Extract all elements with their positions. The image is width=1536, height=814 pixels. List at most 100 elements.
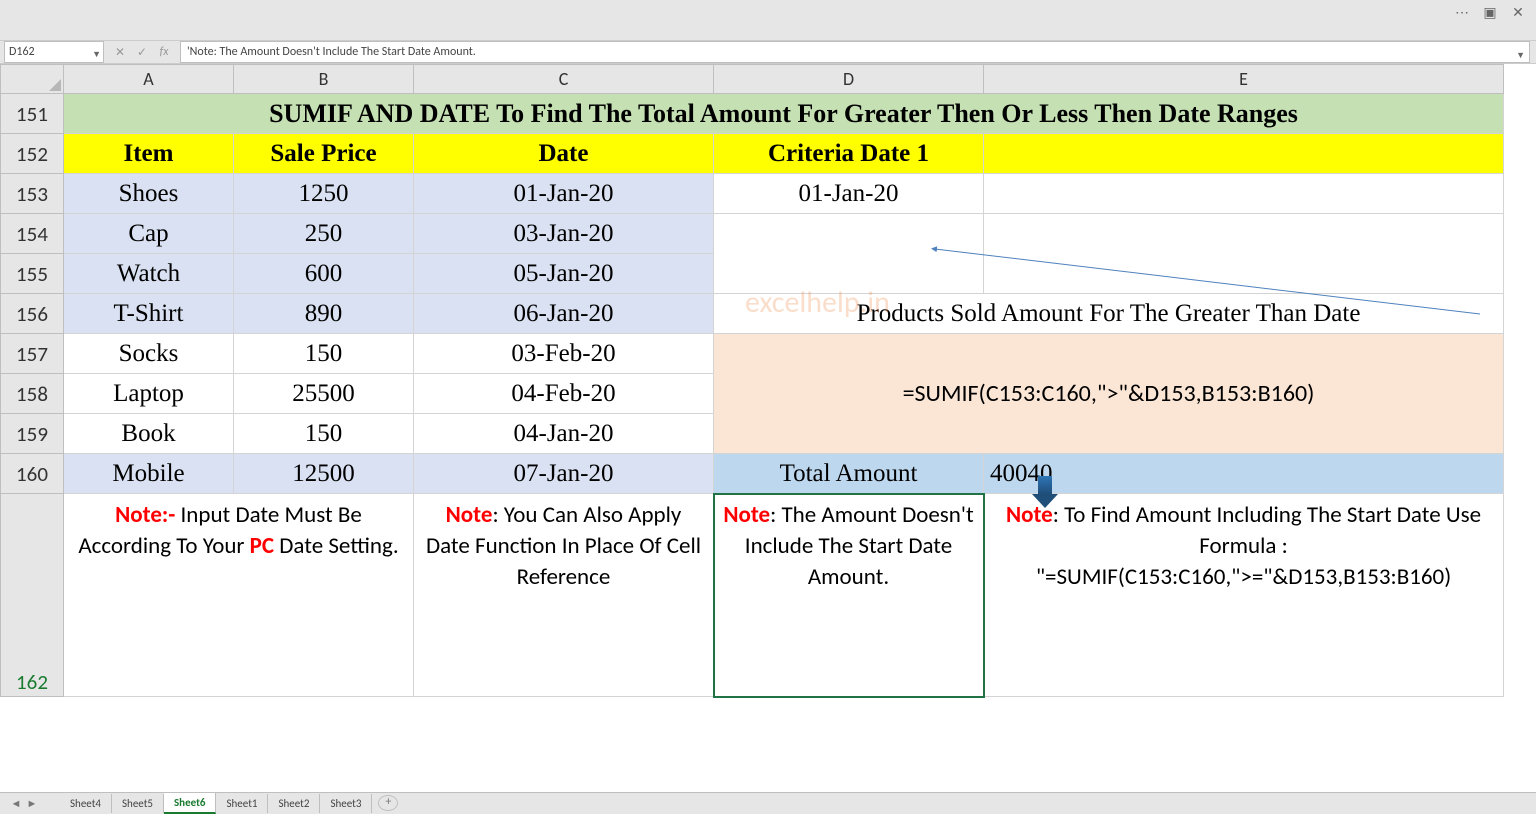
sheet-tab-active[interactable]: Sheet6 bbox=[164, 793, 217, 814]
row-header[interactable]: 153 bbox=[1, 174, 64, 214]
cell-date[interactable]: 07-Jan-20 bbox=[414, 454, 714, 494]
cancel-icon[interactable]: ✕ bbox=[110, 43, 130, 61]
total-amount-value[interactable]: 40040 bbox=[984, 454, 1504, 494]
sheet-tab[interactable]: Sheet5 bbox=[112, 794, 164, 813]
sheet-tab[interactable]: Sheet4 bbox=[60, 794, 112, 813]
cell-blank[interactable] bbox=[714, 214, 984, 254]
row-header[interactable]: 159 bbox=[1, 414, 64, 454]
col-header-B[interactable]: B bbox=[234, 65, 414, 94]
header-date[interactable]: Date bbox=[414, 134, 714, 174]
row-header[interactable]: 158 bbox=[1, 374, 64, 414]
spreadsheet-grid[interactable]: A B C D E 151 SUMIF AND DATE To Find The… bbox=[0, 64, 1504, 697]
row-header[interactable]: 160 bbox=[1, 454, 64, 494]
cell-blank[interactable] bbox=[714, 254, 984, 294]
cell-date[interactable]: 04-Feb-20 bbox=[414, 374, 714, 414]
confirm-icon[interactable]: ✓ bbox=[132, 43, 152, 61]
header-blank-E[interactable] bbox=[984, 134, 1504, 174]
sheet-tab[interactable]: Sheet1 bbox=[216, 794, 268, 813]
row-header[interactable]: 154 bbox=[1, 214, 64, 254]
row-header[interactable]: 162 bbox=[1, 494, 64, 697]
header-price[interactable]: Sale Price bbox=[234, 134, 414, 174]
table-row: 154 Cap 250 03-Jan-20 bbox=[1, 214, 1504, 254]
cell-blank[interactable] bbox=[984, 254, 1504, 294]
description-cell[interactable]: Products Sold Amount For The Greater Tha… bbox=[714, 294, 1504, 334]
cell-date[interactable]: 06-Jan-20 bbox=[414, 294, 714, 334]
cell-price[interactable]: 1250 bbox=[234, 174, 414, 214]
sheet-tab[interactable]: Sheet3 bbox=[320, 794, 372, 813]
table-row: 152 Item Sale Price Date Criteria Date 1 bbox=[1, 134, 1504, 174]
note-text: : The Amount Doesn't Include The Start D… bbox=[745, 501, 974, 591]
note-pc: PC bbox=[250, 532, 274, 560]
table-row: 151 SUMIF AND DATE To Find The Total Amo… bbox=[1, 94, 1504, 134]
row-header[interactable]: 156 bbox=[1, 294, 64, 334]
close-icon[interactable]: ✕ bbox=[1508, 4, 1528, 20]
cell-price[interactable]: 600 bbox=[234, 254, 414, 294]
col-header-C[interactable]: C bbox=[414, 65, 714, 94]
table-row: 157 Socks 150 03-Feb-20 =SUMIF(C153:C160… bbox=[1, 334, 1504, 374]
tab-prev-icon[interactable]: ◄ bbox=[8, 797, 24, 810]
add-sheet-button[interactable]: + bbox=[378, 795, 398, 811]
cell-item[interactable]: Cap bbox=[64, 214, 234, 254]
cell-price[interactable]: 25500 bbox=[234, 374, 414, 414]
chevron-down-icon[interactable]: ▼ bbox=[92, 45, 101, 65]
note-prefix: Note bbox=[723, 501, 770, 529]
cell-date[interactable]: 01-Jan-20 bbox=[414, 174, 714, 214]
cell-item[interactable]: Book bbox=[64, 414, 234, 454]
cell-item[interactable]: Shoes bbox=[64, 174, 234, 214]
name-box[interactable]: D162 ▼ bbox=[4, 41, 104, 63]
col-header-A[interactable]: A bbox=[64, 65, 234, 94]
sheet-tab[interactable]: Sheet2 bbox=[268, 794, 320, 813]
cell-date[interactable]: 05-Jan-20 bbox=[414, 254, 714, 294]
cell-price[interactable]: 150 bbox=[234, 334, 414, 374]
note-cell-e[interactable]: Note: To Find Amount Including The Start… bbox=[984, 494, 1504, 697]
row-header[interactable]: 152 bbox=[1, 134, 64, 174]
row-header[interactable]: 155 bbox=[1, 254, 64, 294]
select-all-corner[interactable] bbox=[1, 65, 64, 94]
cell-price[interactable]: 12500 bbox=[234, 454, 414, 494]
title-cell[interactable]: SUMIF AND DATE To Find The Total Amount … bbox=[64, 94, 1504, 134]
header-criteria[interactable]: Criteria Date 1 bbox=[714, 134, 984, 174]
row-header[interactable]: 157 bbox=[1, 334, 64, 374]
note-cell-d[interactable]: Note: The Amount Doesn't Include The Sta… bbox=[714, 494, 984, 697]
tab-nav: ◄ ► bbox=[8, 797, 40, 810]
cell-date[interactable]: 03-Jan-20 bbox=[414, 214, 714, 254]
column-header-row: A B C D E bbox=[1, 65, 1504, 94]
cell-price[interactable]: 250 bbox=[234, 214, 414, 254]
table-row: 156 T-Shirt 890 06-Jan-20 Products Sold … bbox=[1, 294, 1504, 334]
table-row: 155 Watch 600 05-Jan-20 bbox=[1, 254, 1504, 294]
note-cell-a[interactable]: Note:- Input Date Must Be According To Y… bbox=[64, 494, 414, 697]
formula-display-cell[interactable]: =SUMIF(C153:C160,">"&D153,B153:B160) bbox=[714, 334, 1504, 454]
header-item[interactable]: Item bbox=[64, 134, 234, 174]
table-row: 153 Shoes 1250 01-Jan-20 01-Jan-20 bbox=[1, 174, 1504, 214]
tab-next-icon[interactable]: ► bbox=[24, 797, 40, 810]
expand-formula-icon[interactable]: ▼ bbox=[1516, 46, 1525, 66]
table-row: 162 Note:- Input Date Must Be According … bbox=[1, 494, 1504, 697]
cell-price[interactable]: 890 bbox=[234, 294, 414, 334]
cell-blank[interactable] bbox=[984, 214, 1504, 254]
formula-text: 'Note: The Amount Doesn't Include The St… bbox=[187, 45, 476, 59]
formula-input[interactable]: 'Note: The Amount Doesn't Include The St… bbox=[180, 41, 1530, 63]
cell-date[interactable]: 04-Jan-20 bbox=[414, 414, 714, 454]
row-header[interactable]: 151 bbox=[1, 94, 64, 134]
cell-item[interactable]: Laptop bbox=[64, 374, 234, 414]
cell-item[interactable]: Mobile bbox=[64, 454, 234, 494]
formula-bar-row: D162 ▼ ✕ ✓ fx 'Note: The Amount Doesn't … bbox=[0, 40, 1536, 64]
fx-icon[interactable]: fx bbox=[154, 43, 174, 61]
criteria-date-value[interactable]: 01-Jan-20 bbox=[714, 174, 984, 214]
cell-item[interactable]: Socks bbox=[64, 334, 234, 374]
note-prefix: Note:- bbox=[115, 501, 175, 529]
col-header-E[interactable]: E bbox=[984, 65, 1504, 94]
ribbon-toggle-icon[interactable]: ▣ bbox=[1480, 4, 1500, 20]
cell-item[interactable]: Watch bbox=[64, 254, 234, 294]
cell-blank[interactable] bbox=[984, 174, 1504, 214]
note-cell-c[interactable]: Note: You Can Also Apply Date Function I… bbox=[414, 494, 714, 697]
more-icon[interactable]: ⋯ bbox=[1452, 4, 1472, 20]
worksheet[interactable]: A B C D E 151 SUMIF AND DATE To Find The… bbox=[0, 64, 1536, 793]
note-text: : To Find Amount Including The Start Dat… bbox=[1036, 501, 1481, 591]
col-header-D[interactable]: D bbox=[714, 65, 984, 94]
cell-item[interactable]: T-Shirt bbox=[64, 294, 234, 334]
total-amount-label[interactable]: Total Amount bbox=[714, 454, 984, 494]
cell-price[interactable]: 150 bbox=[234, 414, 414, 454]
cell-date[interactable]: 03-Feb-20 bbox=[414, 334, 714, 374]
down-arrow-icon bbox=[1032, 476, 1058, 506]
